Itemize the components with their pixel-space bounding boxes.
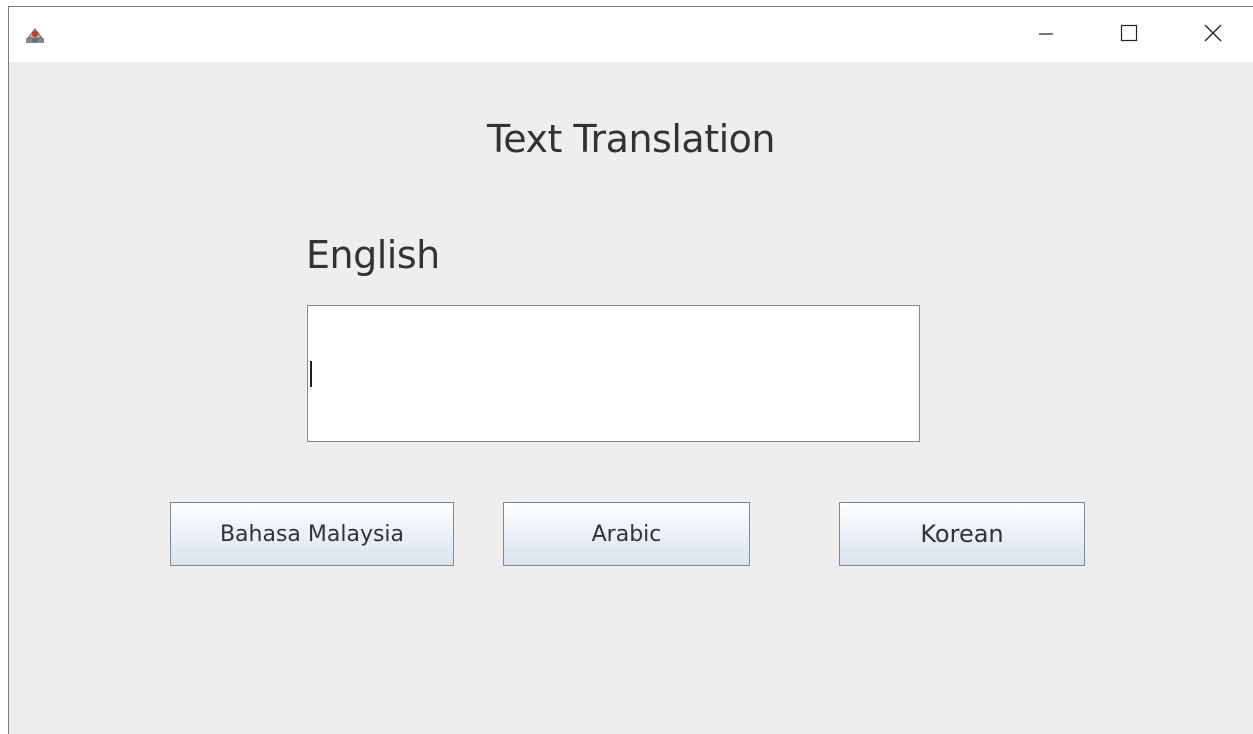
page-title: Text Translation bbox=[487, 117, 775, 161]
java-app-icon bbox=[25, 26, 45, 44]
maximize-icon bbox=[1120, 24, 1138, 46]
bahasa-malaysia-button[interactable]: Bahasa Malaysia bbox=[170, 502, 454, 566]
minimize-icon bbox=[1038, 25, 1054, 45]
korean-button[interactable]: Korean bbox=[839, 502, 1085, 566]
maximize-button[interactable] bbox=[1106, 7, 1152, 62]
english-text-input[interactable] bbox=[307, 305, 920, 442]
title-bar[interactable] bbox=[9, 7, 1253, 62]
close-icon bbox=[1204, 24, 1222, 46]
korean-button-label: Korean bbox=[920, 520, 1004, 548]
source-language-label: English bbox=[306, 233, 440, 277]
arabic-button[interactable]: Arabic bbox=[503, 502, 750, 566]
close-button[interactable] bbox=[1190, 7, 1236, 62]
text-caret bbox=[310, 361, 312, 387]
app-window: Text Translation English Bahasa Malaysia… bbox=[8, 6, 1253, 734]
minimize-button[interactable] bbox=[1023, 7, 1069, 62]
arabic-button-label: Arabic bbox=[591, 521, 662, 547]
bahasa-malaysia-button-label: Bahasa Malaysia bbox=[219, 521, 405, 547]
